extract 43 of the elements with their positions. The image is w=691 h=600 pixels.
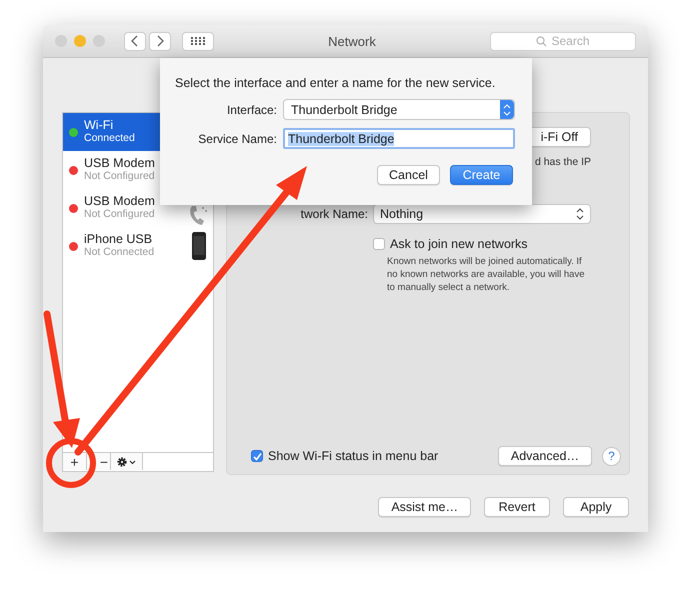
network-name-label: twork Name: xyxy=(300,207,368,221)
gear-icon xyxy=(116,456,138,468)
interface-popup[interactable]: Thunderbolt Bridge xyxy=(283,99,515,120)
footer-button[interactable]: Assist me… xyxy=(378,497,471,517)
help-button[interactable]: ? xyxy=(602,446,621,466)
help-text: Known networks will be joined automatically. If no known networks are available, you will have to manually select a network. xyxy=(387,255,586,294)
network-name-popup[interactable]: Nothing xyxy=(373,204,591,224)
service-status: Not Configured xyxy=(84,170,156,183)
add-button[interactable]: + xyxy=(63,453,87,470)
sheet-prompt: Select the interface and enter a name for the new service. xyxy=(175,76,496,90)
service-status: Connected xyxy=(84,132,136,145)
service-name: iPhone USB xyxy=(84,233,154,246)
ask-to-join-checkbox[interactable]: Ask to join new networks xyxy=(373,237,591,251)
service-status: Not Configured xyxy=(84,208,156,221)
back-button[interactable] xyxy=(124,32,146,50)
chevron-right-icon xyxy=(156,35,164,47)
service-name: Wi-Fi xyxy=(84,119,114,132)
advanced-button[interactable]: Advanced… xyxy=(498,446,592,466)
action-menu-button[interactable] xyxy=(111,453,143,470)
service-name: USB Modem xyxy=(84,157,156,170)
footer-button[interactable]: Revert xyxy=(484,497,550,517)
show-all-button[interactable] xyxy=(182,32,214,50)
phone-receiver-icon xyxy=(189,204,207,226)
sheet-button[interactable]: Cancel xyxy=(377,165,440,185)
service-name-field[interactable]: Thunderbolt Bridge xyxy=(283,128,515,149)
forward-button[interactable] xyxy=(149,32,171,50)
annotation-circle xyxy=(46,438,96,488)
show-status-checkbox[interactable]: Show Wi-Fi status in menu bar xyxy=(251,449,438,463)
service-name: USB Modem xyxy=(84,195,156,208)
window-title: Network xyxy=(328,34,376,48)
checkbox[interactable] xyxy=(251,450,263,462)
service-item[interactable]: iPhone USB Not Connected xyxy=(63,227,213,265)
chevron-left-icon xyxy=(131,35,139,47)
interface-label: Interface: xyxy=(226,102,277,116)
stepper-icon xyxy=(503,104,511,116)
service-status: Not Connected xyxy=(84,246,156,259)
status-text: d has the IP xyxy=(534,156,591,168)
search-icon xyxy=(536,36,548,46)
stepper-icon xyxy=(576,208,584,220)
grid-icon xyxy=(191,37,205,45)
phone-icon xyxy=(191,232,207,260)
checkbox[interactable] xyxy=(373,238,385,250)
footer-button[interactable]: Apply xyxy=(563,497,629,517)
